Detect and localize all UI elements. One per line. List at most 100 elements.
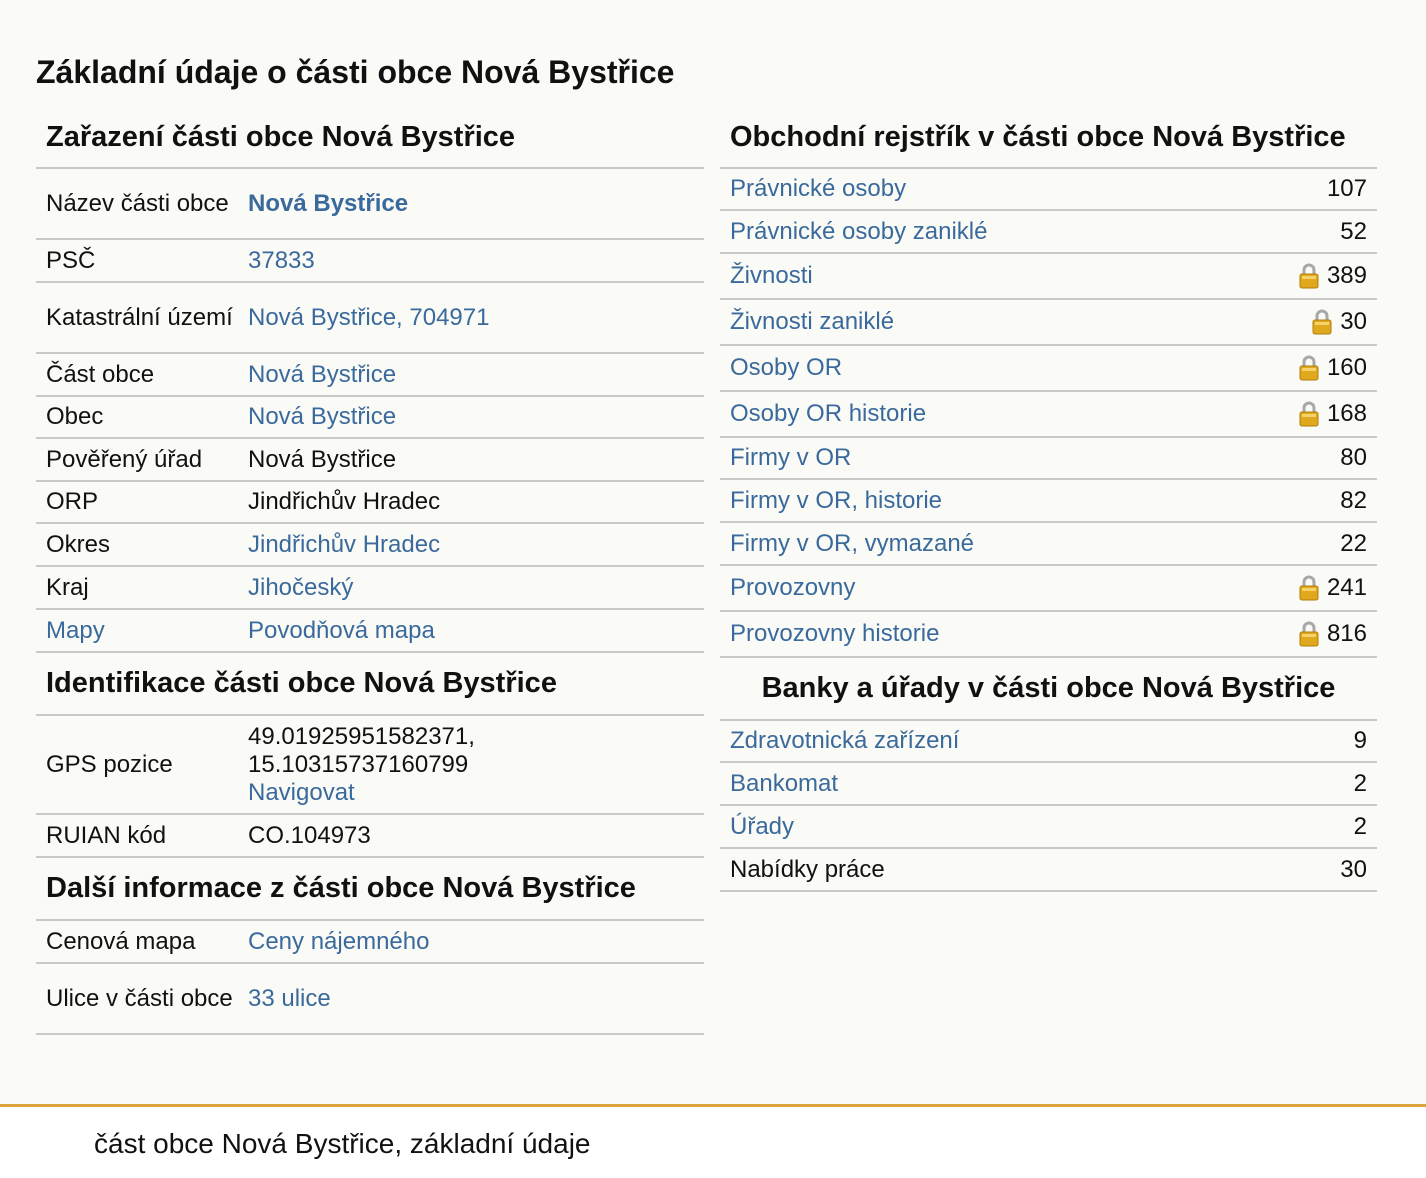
gps-longitude: 15.10315737160799 (248, 750, 469, 778)
row-label: PSČ (46, 246, 96, 274)
provozovny-link[interactable]: Provozovny (730, 574, 855, 602)
zivnosti-zanikle-link[interactable]: Živnosti zaniklé (730, 308, 894, 336)
list-item: Nabídky práce 30 (720, 849, 1377, 892)
section-heading-banky: Banky a úřady v části obce Nová Bystřice (720, 658, 1377, 721)
list-item: Úřady 2 (720, 806, 1377, 849)
table-row: Ulice v části obce 33 ulice (36, 964, 704, 1035)
urady-link[interactable]: Úřady (730, 813, 794, 841)
row-label: Název části obce (46, 189, 229, 217)
firmy-v-or-vymazane-link[interactable]: Firmy v OR, vymazané (730, 530, 974, 558)
row-label: Ulice v části obce (46, 984, 233, 1012)
page-title: Základní údaje o části obce Nová Bystřic… (36, 54, 675, 90)
okres-link[interactable]: Jindřichův Hradec (248, 531, 440, 558)
ulice-link[interactable]: 33 ulice (248, 985, 331, 1012)
psc-link[interactable]: 37833 (248, 247, 315, 274)
count: 22 (1340, 529, 1367, 557)
table-row: GPS pozice 49.01925951582371, 15.1031573… (36, 716, 704, 815)
katastralni-uzemi-link[interactable]: Nová Bystřice, 704971 (248, 304, 489, 331)
list-item: Právnické osoby 107 (720, 169, 1377, 211)
list-item: Firmy v OR, vymazané 22 (720, 523, 1377, 566)
count: 389 (1326, 262, 1367, 289)
count: 107 (1326, 175, 1367, 202)
list-item: Provozovny historie 816 (720, 612, 1377, 658)
count: 30 (1340, 308, 1367, 335)
row-label: Obec (46, 403, 104, 430)
row-label: Kraj (46, 573, 89, 601)
count: 160 (1326, 354, 1367, 381)
osoby-or-historie-link[interactable]: Osoby OR historie (730, 400, 926, 428)
provozovny-historie-link[interactable]: Provozovny historie (730, 620, 939, 648)
row-label: Katastrální území (46, 303, 233, 331)
section-heading-identifikace: Identifikace části obce Nová Bystřice (36, 653, 704, 716)
row-value: Nová Bystřice (248, 445, 397, 473)
table-row: Obec Nová Bystřice (36, 397, 704, 439)
count: 241 (1326, 574, 1367, 601)
table-row: Mapy Povodňová mapa (36, 610, 704, 653)
table-row: Okres Jindřichův Hradec (36, 524, 704, 567)
list-item: Zdravotnická zařízení 9 (720, 721, 1377, 763)
list-item: Firmy v OR 80 (720, 438, 1377, 480)
gps-latitude: 49.01925951582371, (248, 722, 475, 750)
count: 30 (1340, 855, 1367, 883)
row-label: Cenová mapa (46, 927, 196, 955)
table-row: PSČ 37833 (36, 240, 704, 283)
ceny-najemneho-link[interactable]: Ceny nájemného (248, 928, 429, 955)
count: 2 (1353, 812, 1367, 840)
table-row: Katastrální území Nová Bystřice, 704971 (36, 283, 704, 354)
lock-icon (1299, 401, 1319, 427)
count: 816 (1326, 620, 1367, 647)
list-item: Bankomat 2 (720, 763, 1377, 806)
count: 2 (1353, 769, 1367, 797)
firmy-v-or-link[interactable]: Firmy v OR (730, 444, 851, 472)
row-label: Část obce (46, 360, 155, 388)
table-row: Kraj Jihočeský (36, 567, 704, 610)
list-item: Firmy v OR, historie 82 (720, 480, 1377, 523)
list-item: Provozovny 241 (720, 566, 1377, 612)
zivnosti-link[interactable]: Živnosti (730, 262, 813, 290)
table-row: Část obce Nová Bystřice (36, 354, 704, 397)
row-label: Okres (46, 530, 111, 558)
povodnova-mapa-link[interactable]: Povodňová mapa (248, 617, 435, 644)
count: 80 (1340, 444, 1367, 471)
row-label: RUIAN kód (46, 821, 167, 849)
list-item: Živnosti 389 (720, 254, 1377, 300)
row-label: Nabídky práce (730, 855, 885, 883)
table-row: Pověřený úřad Nová Bystřice (36, 439, 704, 482)
count: 168 (1326, 400, 1367, 427)
row-label: ORP (46, 488, 99, 515)
ruian-value: CO.104973 (248, 821, 371, 849)
lock-icon (1299, 263, 1319, 289)
pravnicke-osoby-link[interactable]: Právnické osoby (730, 175, 906, 203)
count: 52 (1340, 217, 1367, 245)
obec-link[interactable]: Nová Bystřice (248, 403, 396, 430)
firmy-v-or-historie-link[interactable]: Firmy v OR, historie (730, 487, 942, 515)
row-label: Pověřený úřad (46, 445, 203, 473)
cast-obce-link[interactable]: Nová Bystřice (248, 361, 396, 388)
count: 9 (1353, 727, 1367, 754)
footer-text: část obce Nová Bystřice, základní údaje (94, 1128, 591, 1159)
list-item: Právnické osoby zaniklé 52 (720, 211, 1377, 254)
list-item: Osoby OR historie 168 (720, 392, 1377, 438)
navigovat-link[interactable]: Navigovat (248, 779, 355, 806)
list-item: Osoby OR 160 (720, 346, 1377, 392)
mapy-link[interactable]: Mapy (46, 617, 105, 644)
table-row: RUIAN kód CO.104973 (36, 815, 704, 858)
kraj-link[interactable]: Jihočeský (248, 574, 353, 601)
lock-icon (1299, 355, 1319, 381)
osoby-or-link[interactable]: Osoby OR (730, 354, 842, 382)
table-row: Název části obce Nová Bystřice (36, 169, 704, 240)
pravnicke-osoby-zanikle-link[interactable]: Právnické osoby zaniklé (730, 218, 987, 246)
lock-icon (1299, 575, 1319, 601)
section-heading-rejstrik: Obchodní rejstřík v části obce Nová Byst… (720, 108, 1377, 169)
zdravotnicka-zarizeni-link[interactable]: Zdravotnická zařízení (730, 727, 959, 755)
nazev-link[interactable]: Nová Bystřice (248, 190, 408, 217)
table-row: ORP Jindřichův Hradec (36, 482, 704, 524)
count: 82 (1340, 486, 1367, 514)
lock-icon (1299, 621, 1319, 647)
bankomat-link[interactable]: Bankomat (730, 770, 838, 798)
section-heading-zarazeni: Zařazení části obce Nová Bystřice (36, 108, 704, 169)
row-value: Jindřichův Hradec (248, 488, 441, 515)
section-heading-dalsi: Další informace z části obce Nová Bystři… (36, 858, 704, 921)
right-column: Obchodní rejstřík v části obce Nová Byst… (720, 108, 1377, 892)
lock-icon (1312, 309, 1332, 335)
